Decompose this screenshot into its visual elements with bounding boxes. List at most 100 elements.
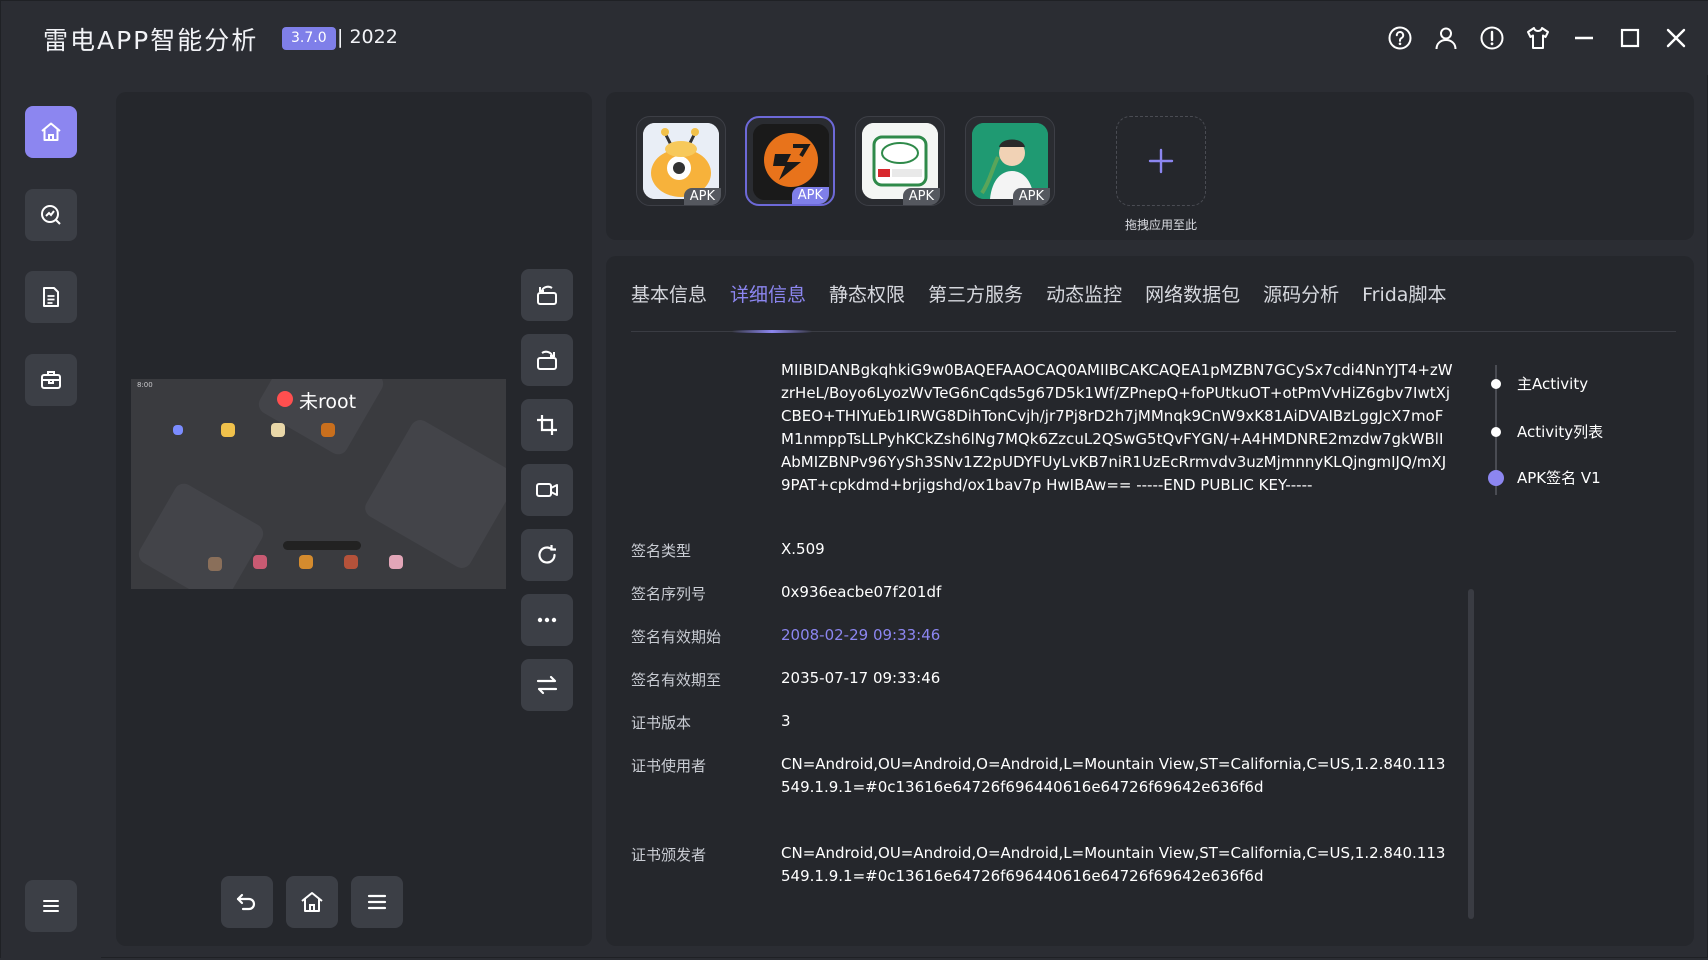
root-status-label: 未root xyxy=(299,391,357,413)
device-status-time: 8:00 xyxy=(137,381,153,389)
timeline-dot xyxy=(1491,426,1501,437)
tab-network-packets[interactable]: 网络数据包 xyxy=(1145,280,1240,307)
device-dock-icon xyxy=(253,555,267,569)
row-label: 证书版本 xyxy=(631,714,692,732)
more-button[interactable] xyxy=(521,594,573,646)
device-app-icon xyxy=(271,423,285,437)
rotate-right-icon xyxy=(537,350,557,370)
tab-frida-script[interactable]: Frida脚本 xyxy=(1362,280,1446,307)
root-status-dot xyxy=(277,391,293,407)
detail-panel: 基本信息 详细信息 静态权限 第三方服务 动态监控 网络数据包 源码分析 Fri… xyxy=(606,256,1694,946)
device-nav-bar xyxy=(221,876,403,928)
device-back-button[interactable] xyxy=(221,876,273,928)
row-label: 签名类型 xyxy=(631,542,692,560)
tab-dynamic-monitor[interactable]: 动态监控 xyxy=(1046,280,1122,307)
version-badge: 3.7.0 xyxy=(282,27,336,50)
close-icon[interactable] xyxy=(1663,25,1689,51)
sidebar-item-document[interactable] xyxy=(25,271,77,323)
device-home-button[interactable] xyxy=(286,876,338,928)
refresh-button[interactable] xyxy=(521,529,573,581)
apk-tag: APK xyxy=(1012,188,1050,205)
tab-static-permissions[interactable]: 静态权限 xyxy=(829,280,905,307)
record-button[interactable] xyxy=(521,464,573,516)
maximize-icon[interactable] xyxy=(1617,25,1643,51)
row-value: 3 xyxy=(781,712,791,730)
timeline-label: Activity列表 xyxy=(1517,423,1604,441)
app-title: 雷电APP智能分析 xyxy=(43,26,259,55)
device-menu-button[interactable] xyxy=(351,876,403,928)
device-dock-icon xyxy=(344,555,358,569)
apk-list-bar: APK APK APK APK 拖拽应用至此 xyxy=(606,92,1694,240)
row-label: 签名有效期至 xyxy=(631,671,722,689)
device-app-icon xyxy=(221,423,235,437)
app-frame: 雷电APP智能分析 3.7.0 | 2022 8:00 未root APK AP… xyxy=(0,0,1708,959)
apk-item-2[interactable]: APK xyxy=(745,116,835,206)
row-label: 证书颁发者 xyxy=(631,846,707,864)
back-icon xyxy=(236,893,256,911)
detail-scrollbar[interactable] xyxy=(1468,589,1474,919)
tab-active-indicator xyxy=(732,330,812,333)
apk-add-dropzone[interactable] xyxy=(1116,116,1206,206)
public-key-value: MIIBIDANBgkqhkiG9w0BAQEFAAOCAQ0AMIIBCAKC… xyxy=(781,361,1453,494)
tab-basic-info[interactable]: 基本信息 xyxy=(631,280,707,307)
timeline-dot xyxy=(1491,378,1501,389)
detail-tabs: 基本信息 详细信息 静态权限 第三方服务 动态监控 网络数据包 源码分析 Fri… xyxy=(631,280,1469,307)
help-icon[interactable] xyxy=(1387,25,1413,51)
device-app-icon xyxy=(321,423,335,437)
timeline-label: APK签名 V1 xyxy=(1517,469,1601,487)
year-label: | 2022 xyxy=(337,26,398,48)
sidebar-item-home[interactable] xyxy=(25,106,77,158)
menu-icon xyxy=(43,900,59,912)
crop-button[interactable] xyxy=(521,399,573,451)
timeline-item-main-activity[interactable]: 主Activity xyxy=(1486,373,1588,394)
window: 雷电APP智能分析 3.7.0 | 2022 8:00 未root APK AP… xyxy=(0,0,1708,960)
crop-icon xyxy=(537,415,557,435)
timeline-dot-active xyxy=(1488,469,1504,486)
home-icon xyxy=(301,892,323,912)
sidebar xyxy=(1,75,101,959)
home-icon xyxy=(41,122,61,141)
row-label: 签名序列号 xyxy=(631,585,707,603)
apk-tag: APK xyxy=(902,188,940,205)
sidebar-item-analysis[interactable] xyxy=(25,189,77,241)
row-value-link[interactable]: 2008-02-29 09:33:46 xyxy=(781,624,1453,647)
record-icon xyxy=(536,483,558,497)
apk-tag: APK xyxy=(791,187,829,204)
tab-detail-info[interactable]: 详细信息 xyxy=(730,280,806,307)
menu-icon xyxy=(367,894,387,910)
title-bar: 雷电APP智能分析 3.7.0 | 2022 xyxy=(1,1,1708,75)
user-icon[interactable] xyxy=(1433,25,1459,51)
window-controls xyxy=(1387,25,1689,51)
device-toolbar xyxy=(521,269,573,711)
device-dock-search xyxy=(283,541,361,550)
row-label: 证书使用者 xyxy=(631,757,707,775)
row-value: CN=Android,OU=Android,O=Android,L=Mounta… xyxy=(781,844,1446,885)
timeline-item-activity-list[interactable]: Activity列表 xyxy=(1486,421,1603,442)
device-screen-mirror[interactable]: 8:00 未root xyxy=(131,379,506,589)
timeline-item-apk-signature[interactable]: APK签名 V1 xyxy=(1486,467,1601,488)
row-value: CN=Android,OU=Android,O=Android,L=Mounta… xyxy=(781,755,1446,796)
section-timeline: 主Activity Activity列表 APK签名 V1 xyxy=(1486,359,1686,529)
sidebar-menu-button[interactable] xyxy=(25,880,77,932)
device-dock-icon xyxy=(299,555,313,569)
info-alert-icon[interactable] xyxy=(1479,25,1505,51)
rotate-left-button[interactable] xyxy=(521,269,573,321)
apk-add-label: 拖拽应用至此 xyxy=(1124,218,1197,232)
switch-button[interactable] xyxy=(521,659,573,711)
row-value: 2035-07-17 09:33:46 xyxy=(781,669,941,687)
tab-source-analysis[interactable]: 源码分析 xyxy=(1263,280,1339,307)
toolbox-icon xyxy=(41,371,61,389)
row-label: 签名有效期始 xyxy=(631,628,722,646)
apk-item-3[interactable]: APK xyxy=(855,116,945,206)
row-value: X.509 xyxy=(781,540,825,558)
minimize-icon[interactable] xyxy=(1571,25,1597,51)
apk-item-4[interactable]: APK xyxy=(965,116,1055,206)
tab-third-party-services[interactable]: 第三方服务 xyxy=(928,280,1023,307)
apk-item-1[interactable]: APK xyxy=(636,116,726,206)
device-dock-icon xyxy=(389,555,403,569)
rotate-right-button[interactable] xyxy=(521,334,573,386)
sidebar-item-toolbox[interactable] xyxy=(25,354,77,406)
switch-icon xyxy=(536,675,558,695)
skin-shirt-icon[interactable] xyxy=(1525,25,1551,51)
row-value: 0x936eacbe07f201df xyxy=(781,583,942,601)
